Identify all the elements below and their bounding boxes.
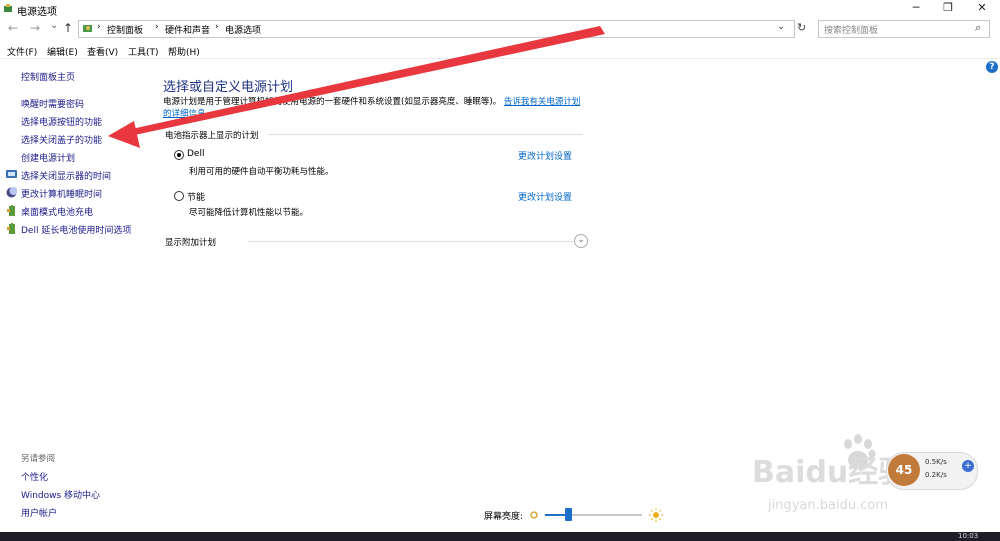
arrow-shaft (127, 26, 605, 136)
taskbar (0, 532, 1000, 541)
watermark-url: jingyan.baidu.com (768, 498, 888, 513)
net-upload-speed: 0.5K/s (925, 458, 947, 466)
net-usage-percent: 45 (888, 454, 920, 486)
taskbar-clock: 10:03 (958, 532, 979, 540)
arrow-head (108, 121, 140, 148)
net-speed-widget[interactable]: 45 0.5K/s 0.2K/s + (886, 452, 978, 490)
net-download-speed: 0.2K/s (925, 471, 947, 479)
watermark-logo: Baidu经验 (752, 455, 909, 490)
add-icon[interactable]: + (962, 460, 974, 472)
